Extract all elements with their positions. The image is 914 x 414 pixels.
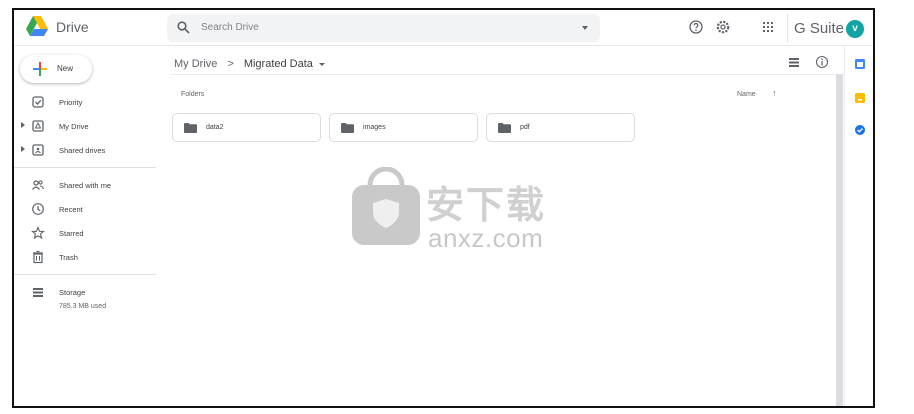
sidebar-divider xyxy=(14,167,156,168)
storage-icon xyxy=(33,288,43,297)
main-header-divider xyxy=(170,74,842,75)
expand-arrow-icon[interactable] xyxy=(21,122,25,128)
folder-item[interactable]: images xyxy=(329,113,478,142)
sidebar-item-priority[interactable]: Priority xyxy=(14,91,158,113)
account-area: G Suite v xyxy=(787,14,867,42)
sidebar-item-label: Recent xyxy=(59,205,83,214)
expand-arrow-icon[interactable] xyxy=(21,146,25,152)
search-icon[interactable] xyxy=(177,21,190,34)
drive-window: Drive Search Drive G Suite v New Priorit… xyxy=(12,8,875,408)
sort-label[interactable]: Name xyxy=(737,91,756,98)
folder-item[interactable]: pdf xyxy=(486,113,635,142)
shared-drives-icon xyxy=(32,144,44,156)
storage-label: Storage xyxy=(59,288,86,297)
sidebar-item-recent[interactable]: Recent xyxy=(14,198,158,220)
help-icon[interactable] xyxy=(688,19,704,35)
search-placeholder[interactable]: Search Drive xyxy=(201,22,259,33)
sidebar-item-starred[interactable]: Starred xyxy=(14,222,158,244)
search-bar[interactable]: Search Drive xyxy=(167,14,600,42)
sidebar-item-trash[interactable]: Trash xyxy=(14,246,158,268)
breadcrumb-current[interactable]: Migrated Data xyxy=(244,58,313,70)
plus-icon xyxy=(33,62,47,76)
sidebar-item-label: Shared drives xyxy=(59,146,106,155)
watermark-cn-text: 安下载 xyxy=(426,185,547,227)
folders-heading: Folders xyxy=(181,91,205,98)
apps-grid-icon[interactable] xyxy=(760,19,776,35)
list-view-icon[interactable] xyxy=(787,55,801,69)
folder-icon xyxy=(498,123,511,133)
breadcrumb: My Drive > Migrated Data xyxy=(174,55,325,73)
scrollbar[interactable] xyxy=(836,74,843,406)
storage-used-text: 785.3 MB used xyxy=(59,303,107,310)
folder-item[interactable]: data2 xyxy=(172,113,321,142)
folder-icon xyxy=(341,123,354,133)
sidebar-item-storage[interactable]: Storage xyxy=(14,281,158,303)
people-icon xyxy=(32,180,45,190)
sidebar-item-shared-drives[interactable]: Shared drives xyxy=(14,139,158,161)
settings-icon[interactable] xyxy=(715,19,731,35)
sidebar-divider xyxy=(14,274,156,275)
sort-arrow-up-icon[interactable]: ↑ xyxy=(772,88,777,98)
folder-name: data2 xyxy=(206,124,224,131)
sidebar-item-label: Starred xyxy=(59,229,84,238)
side-panel-divider xyxy=(844,46,845,406)
breadcrumb-separator: > xyxy=(227,58,234,70)
sidebar-item-label: Priority xyxy=(59,98,83,107)
star-icon xyxy=(31,226,45,240)
trash-icon xyxy=(33,250,43,264)
chevron-down-icon[interactable] xyxy=(318,62,325,66)
watermark-text: anxz.com xyxy=(428,223,544,253)
brand-name[interactable]: Drive xyxy=(56,19,89,35)
sidebar-item-label: My Drive xyxy=(59,122,89,131)
shield-watermark-icon xyxy=(352,167,420,245)
checkbox-icon xyxy=(32,96,44,108)
sidebar-item-my-drive[interactable]: My Drive xyxy=(14,115,158,137)
folder-icon xyxy=(184,123,197,133)
my-drive-icon xyxy=(32,120,44,132)
breadcrumb-root[interactable]: My Drive xyxy=(174,58,217,70)
drive-logo-icon[interactable] xyxy=(26,16,48,36)
sidebar-item-shared-with-me[interactable]: Shared with me xyxy=(14,174,158,196)
sidebar-item-label: Shared with me xyxy=(59,181,112,190)
calendar-icon[interactable] xyxy=(854,58,866,70)
new-button-label: New xyxy=(57,64,74,73)
avatar[interactable]: v xyxy=(846,20,864,38)
sidebar-item-label: Trash xyxy=(59,253,78,262)
tasks-icon[interactable] xyxy=(854,124,866,136)
clock-icon xyxy=(32,203,44,215)
info-icon[interactable] xyxy=(815,55,829,69)
gsuite-label[interactable]: G Suite xyxy=(794,20,844,37)
folder-name: pdf xyxy=(520,124,530,131)
search-options-icon[interactable] xyxy=(582,26,588,30)
new-button[interactable]: New xyxy=(20,55,92,83)
top-bar: Drive Search Drive G Suite v xyxy=(14,10,873,46)
folder-name: images xyxy=(363,124,386,131)
keep-icon[interactable] xyxy=(854,92,866,104)
